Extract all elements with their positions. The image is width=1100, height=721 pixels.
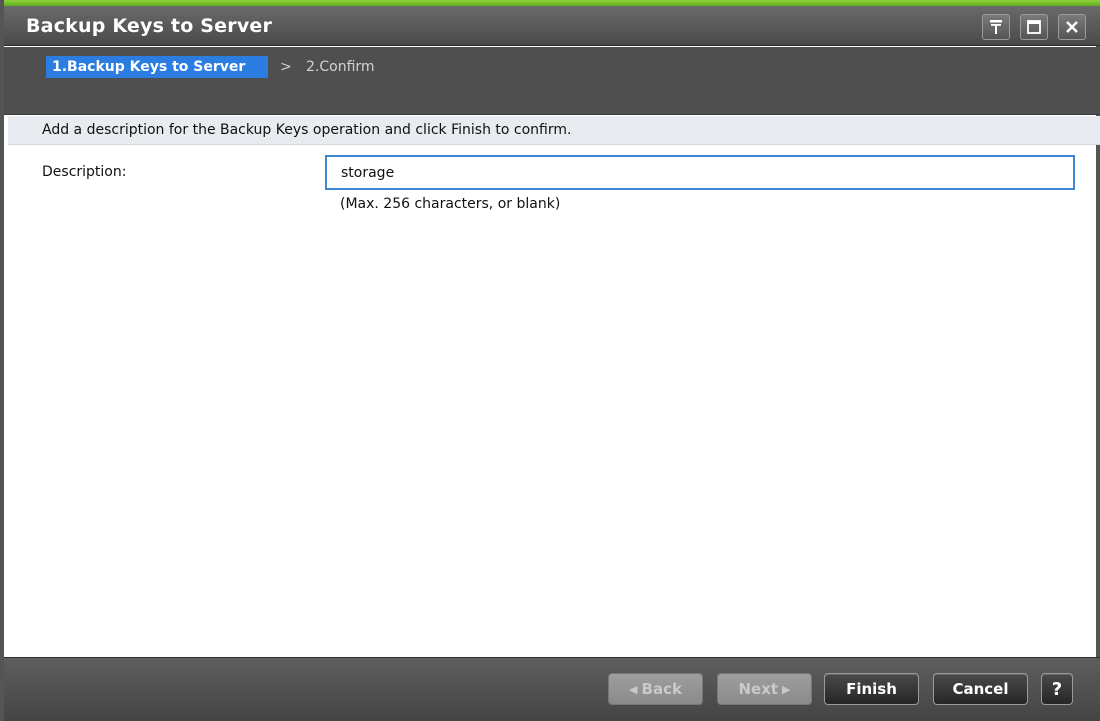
wizard-step-backup-keys: 1.Backup Keys to Server [46,56,268,78]
help-button[interactable]: ? [1041,673,1073,705]
cancel-button[interactable]: Cancel [933,673,1028,705]
chevron-right-icon: ▶ [782,682,791,696]
next-button-label: Next [738,680,779,698]
window-title: Backup Keys to Server [26,15,273,37]
pin-icon [990,20,1002,34]
back-button[interactable]: ◀ Back [608,673,703,705]
instruction-band: Add a description for the Backup Keys op… [8,116,1100,145]
help-icon: ? [1051,678,1063,700]
title-bar[interactable]: Backup Keys to Server [4,6,1100,46]
wizard-steps: 1.Backup Keys to Server > 2.Confirm [4,47,1100,115]
description-label: Description: [42,164,127,180]
chevron-left-icon: ◀ [629,682,638,696]
close-button[interactable] [1058,14,1086,40]
next-button[interactable]: Next ▶ [717,673,812,705]
dialog-footer: ◀ Back Next ▶ Finish Cancel ? [4,657,1100,721]
pin-button[interactable] [982,14,1010,40]
finish-button[interactable]: Finish [824,673,919,705]
close-icon [1066,21,1078,33]
wizard-step-separator: > [280,59,292,75]
description-hint: (Max. 256 characters, or blank) [340,196,561,212]
dialog-window: Backup Keys to Server 1.Backup Keys to S… [0,0,1100,721]
maximize-button[interactable] [1020,14,1048,40]
back-button-label: Back [641,680,682,698]
maximize-icon [1027,20,1041,34]
description-input[interactable] [325,155,1075,190]
wizard-step-confirm: 2.Confirm [306,59,375,75]
instruction-text: Add a description for the Backup Keys op… [42,122,572,138]
